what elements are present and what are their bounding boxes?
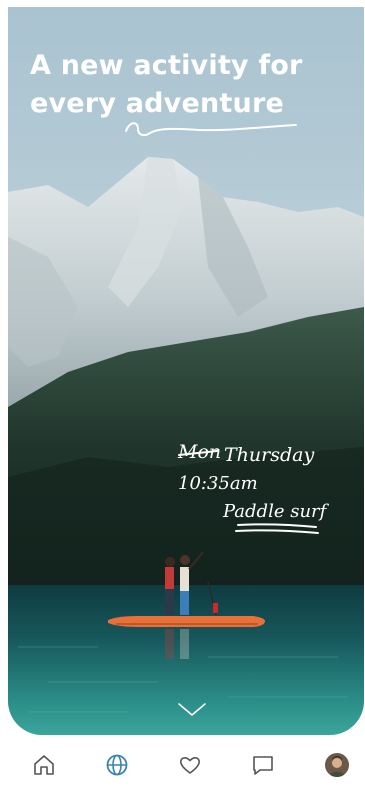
nav-favorites-button[interactable] [176,751,204,779]
day-text: Thursday [224,444,315,466]
bottom-navigation [0,735,365,795]
headline-line-1: A new activity for [30,50,303,81]
avatar [325,753,349,777]
app-screen: A new activity for every adventure Mon T… [0,0,365,795]
globe-icon [106,754,128,776]
hero-card[interactable]: A new activity for every adventure Mon T… [8,7,364,735]
nav-profile-button[interactable] [323,751,351,779]
strikethrough-scribble [178,450,218,456]
nav-messages-button[interactable] [249,751,277,779]
heart-icon [180,757,200,774]
hero-headline: A new activity for every adventure [30,47,350,123]
nav-home-button[interactable] [30,751,58,779]
chat-icon [253,756,273,775]
time-text: 10:35am [178,473,258,494]
activity-underline [235,523,319,534]
chevron-down-icon[interactable] [176,701,208,719]
headline-squiggle [125,122,297,137]
nav-explore-button[interactable] [103,751,131,779]
home-icon [34,755,54,775]
